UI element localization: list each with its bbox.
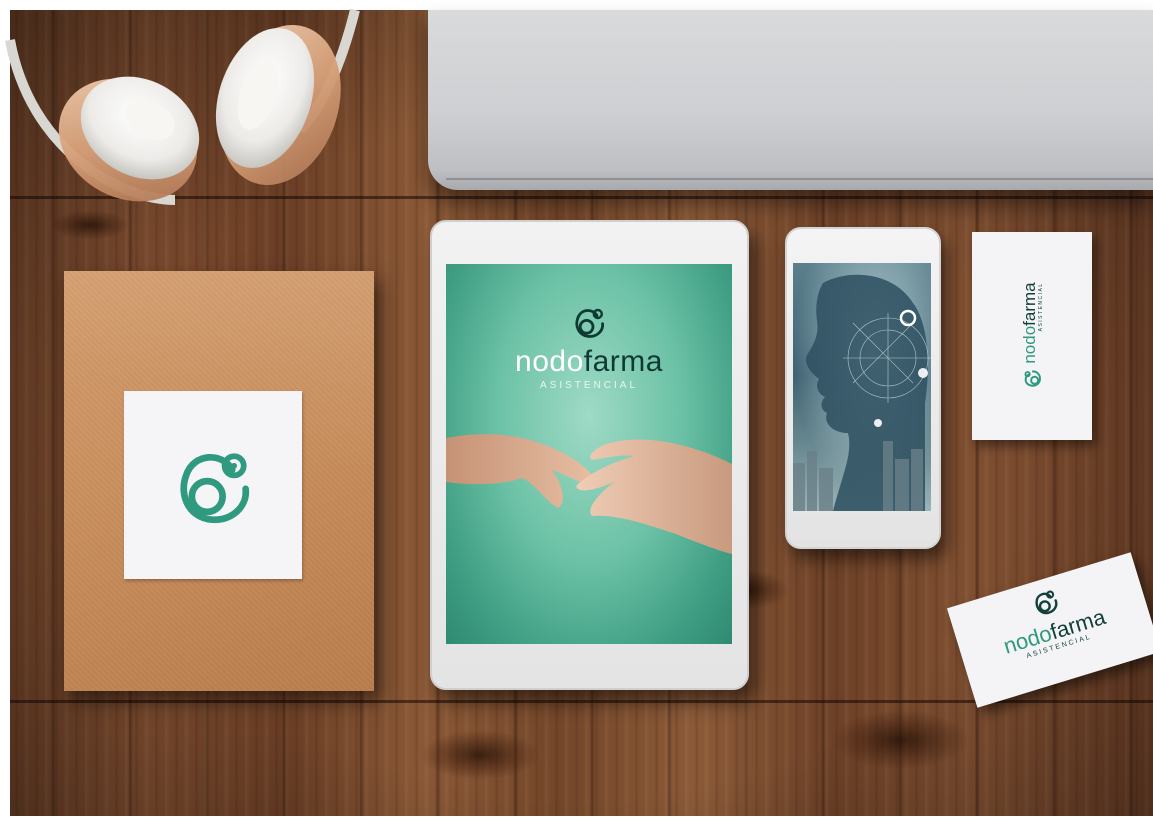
brand-word-part2: farma — [1019, 282, 1039, 326]
wood-knot — [420, 730, 540, 780]
ai-face-image — [793, 263, 931, 511]
glow-node — [874, 419, 882, 427]
right-earcup — [215, 24, 341, 186]
left-hand — [446, 434, 596, 508]
card-brand-logo: nodofarma ASISTENCIAL — [1012, 236, 1052, 436]
logo-sticker — [124, 391, 302, 579]
nodofarma-logo-icon — [1035, 590, 1058, 615]
brand-wordmark: nodofarma — [446, 347, 732, 377]
wood-knot — [830, 710, 970, 770]
headphones — [5, 8, 360, 205]
nodofarma-logo-icon — [180, 453, 250, 523]
phone-screen — [793, 263, 931, 511]
brand-wordmark: nodofarma — [1019, 282, 1039, 364]
brand-word-part1: nodo — [515, 345, 584, 378]
brand-word-part2: farma — [583, 345, 663, 378]
brand-word-part1: nodo — [1019, 325, 1039, 364]
reaching-hands-image — [446, 434, 732, 554]
tablet: nodofarma ASISTENCIAL — [430, 220, 749, 690]
brand-tagline: ASISTENCIAL — [539, 380, 639, 391]
tablet-brand-logo: nodofarma ASISTENCIAL — [446, 302, 732, 391]
tablet-screen: nodofarma ASISTENCIAL — [446, 264, 732, 644]
left-earcup — [58, 76, 200, 202]
business-card-vertical: nodofarma ASISTENCIAL — [972, 232, 1092, 440]
right-hand — [576, 439, 732, 554]
smartphone — [785, 227, 941, 549]
glow-node — [918, 368, 928, 378]
product-mockup-scene: nodofarma ASISTENCIAL nodofarma ASISTENC… — [0, 0, 1153, 824]
laptop — [428, 10, 1153, 190]
nodofarma-logo-icon — [575, 308, 605, 338]
nodofarma-logo-icon — [1024, 370, 1041, 387]
